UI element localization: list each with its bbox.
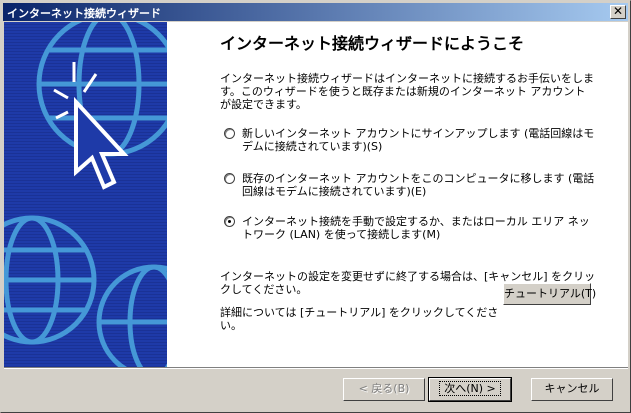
close-button[interactable]: ✕ xyxy=(610,5,626,19)
wizard-body: インターネット接続ウィザードにようこそ インターネット接続ウィザードはインターネ… xyxy=(4,22,628,367)
close-icon: ✕ xyxy=(612,4,624,18)
next-button-label: 次へ(N) > xyxy=(439,381,501,396)
title-bar[interactable]: インターネット接続ウィザード ✕ xyxy=(3,3,628,21)
cancel-button[interactable]: キャンセル xyxy=(531,378,613,401)
radio-signup[interactable] xyxy=(224,128,235,139)
footer-divider-highlight xyxy=(4,368,628,369)
intro-text: インターネット接続ウィザードはインターネットに接続するお手伝いをします。このウィ… xyxy=(220,72,594,111)
wizard-window: インターネット接続ウィザード ✕ インターネット接続ウィザードにようこそ インタ… xyxy=(0,0,631,413)
globe-icon xyxy=(4,22,167,367)
window-title: インターネット接続ウィザード xyxy=(7,7,161,20)
wizard-side-graphic xyxy=(4,22,167,367)
radio-transfer[interactable] xyxy=(224,173,235,184)
page-title: インターネット接続ウィザードにようこそ xyxy=(220,34,525,53)
tutorial-button[interactable]: チュートリアル(T) xyxy=(503,283,596,305)
next-button[interactable]: 次へ(N) > xyxy=(428,377,512,402)
radio-manual[interactable] xyxy=(224,216,235,227)
option-transfer-label[interactable]: 既存のインターネット アカウントをこのコンピュータに移します (電話回線はモデム… xyxy=(242,172,600,198)
back-button[interactable]: < 戻る(B) xyxy=(343,378,425,401)
option-signup-label[interactable]: 新しいインターネット アカウントにサインアップします (電話回線はモデムに接続さ… xyxy=(242,127,600,153)
option-manual-label[interactable]: インターネット接続を手動で設定するか、またはローカル エリア ネットワーク (L… xyxy=(242,215,600,241)
tutorial-note: 詳細については [チュートリアル] をクリックしてください。 xyxy=(220,306,499,332)
